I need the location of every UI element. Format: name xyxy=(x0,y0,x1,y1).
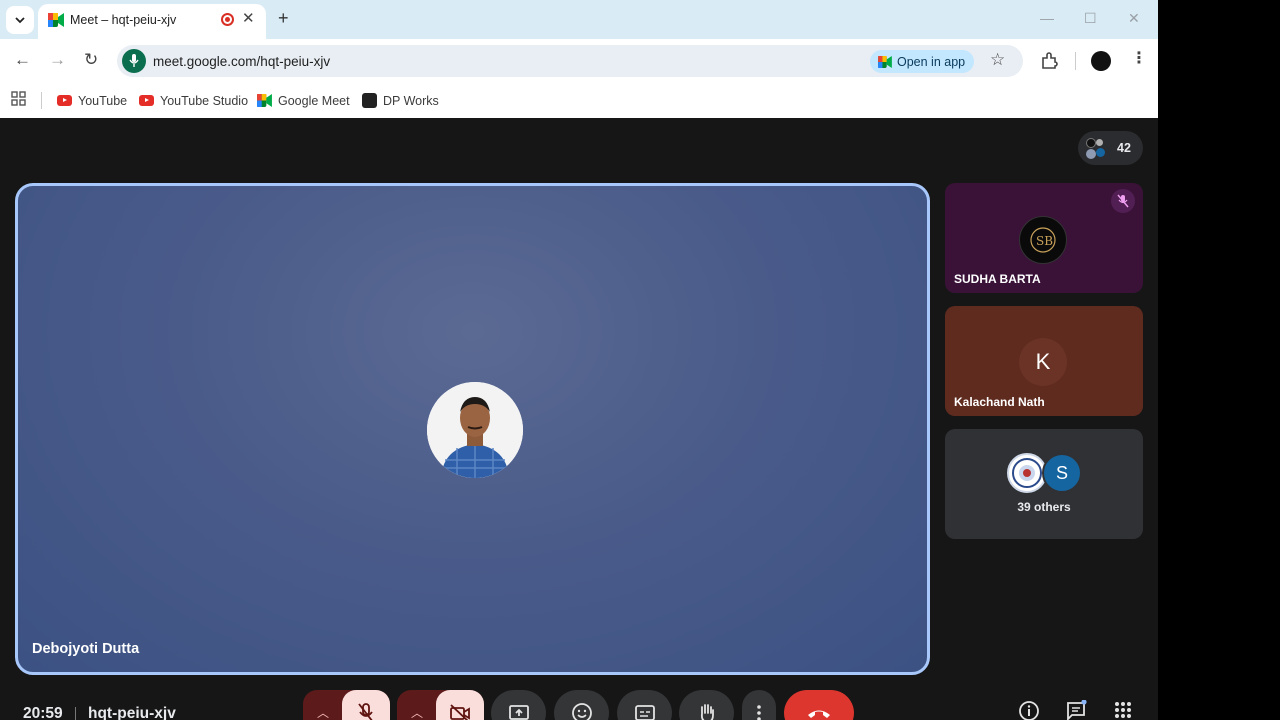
participant-tile-kalachand[interactable]: K Kalachand Nath xyxy=(945,306,1143,416)
open-in-app-label: Open in app xyxy=(897,54,966,69)
mic-muted-icon xyxy=(1111,189,1135,213)
bookmark-dp-works[interactable]: DP Works xyxy=(362,92,439,109)
others-tile[interactable]: S 39 others xyxy=(945,429,1143,539)
bookmark-label: DP Works xyxy=(383,93,439,108)
participant-logo: SB xyxy=(1019,216,1067,264)
extensions-icon[interactable] xyxy=(1040,52,1058,70)
video-options-chevron-icon[interactable]: ︿ xyxy=(411,704,423,720)
participant-avatar xyxy=(1096,148,1105,157)
dp-works-icon xyxy=(362,93,377,108)
meeting-code: hqt-peiu-xjv xyxy=(88,705,176,720)
chat-icon[interactable] xyxy=(1065,700,1087,720)
url-text: meet.google.com/hqt-peiu-xjv xyxy=(153,54,331,69)
audio-options-chevron-icon[interactable]: ︿ xyxy=(317,704,329,720)
mic-off-icon[interactable] xyxy=(342,690,390,720)
video-off-icon[interactable] xyxy=(436,690,484,720)
participants-button[interactable]: 42 xyxy=(1078,131,1143,165)
participant-initial-avatar: K xyxy=(1019,338,1067,386)
back-button[interactable]: ← xyxy=(14,51,31,68)
bookmark-star-icon[interactable]: ☆ xyxy=(990,51,1005,68)
chevron-down-icon xyxy=(15,17,25,24)
more-icon[interactable] xyxy=(742,690,776,720)
bookmark-google-meet[interactable]: Google Meet xyxy=(257,92,350,109)
browser-menu-icon[interactable]: ⋮ xyxy=(1131,51,1147,67)
screen: Meet – hqt-peiu-xjv ✕ + — ☐ ✕ ← → ↻ meet… xyxy=(0,0,1280,720)
participant-initial-avatar: S xyxy=(1042,453,1082,493)
present-icon[interactable] xyxy=(491,690,546,720)
bookmark-divider xyxy=(41,92,42,109)
participant-name: Kalachand Nath xyxy=(954,395,1045,409)
apps-grid-icon[interactable] xyxy=(11,91,26,106)
bookmarks-bar: YouTube YouTube Studio Google Meet DP Wo… xyxy=(0,83,1158,118)
bottom-divider xyxy=(75,707,76,720)
forward-button[interactable]: → xyxy=(49,51,66,68)
main-speaker-tile[interactable]: Debojyoti Dutta xyxy=(15,183,930,675)
speaker-avatar xyxy=(427,382,523,478)
end-call-icon[interactable] xyxy=(784,690,854,720)
participant-avatar xyxy=(1086,149,1096,159)
svg-text:SB: SB xyxy=(1036,234,1053,248)
participant-avatar xyxy=(1096,139,1103,146)
audio-controls: ︿ xyxy=(303,690,390,720)
captions-icon[interactable] xyxy=(617,690,672,720)
tab-meet[interactable]: Meet – hqt-peiu-xjv ✕ xyxy=(38,4,266,39)
youtube-icon xyxy=(57,95,72,106)
info-icon[interactable] xyxy=(1018,700,1040,720)
google-meet-icon xyxy=(48,13,64,27)
participant-count: 42 xyxy=(1117,141,1131,155)
browser-toolbar: ← → ↻ meet.google.com/hqt-peiu-xjv Open … xyxy=(0,39,1158,83)
bookmark-label: YouTube Studio xyxy=(160,93,249,108)
bookmark-label: YouTube xyxy=(78,93,128,108)
minimize-button[interactable]: — xyxy=(1040,11,1054,25)
recording-icon xyxy=(221,13,234,26)
google-meet-icon xyxy=(257,94,272,107)
speaker-name: Debojyoti Dutta xyxy=(32,641,140,657)
tab-strip: Meet – hqt-peiu-xjv ✕ + — ☐ ✕ xyxy=(0,0,1158,39)
raise-hand-icon[interactable] xyxy=(679,690,734,720)
address-bar[interactable]: meet.google.com/hqt-peiu-xjv Open in app… xyxy=(117,45,1023,77)
open-in-app-button[interactable]: Open in app xyxy=(870,50,975,73)
close-window-button[interactable]: ✕ xyxy=(1128,11,1140,25)
participant-avatar xyxy=(1086,138,1096,148)
mic-icon[interactable] xyxy=(122,49,146,73)
bookmark-youtube-studio[interactable]: YouTube Studio xyxy=(139,92,248,109)
new-tab-button[interactable]: + xyxy=(278,9,289,27)
activities-icon[interactable] xyxy=(1113,700,1133,720)
video-controls: ︿ xyxy=(397,690,484,720)
tab-title: Meet – hqt-peiu-xjv xyxy=(70,13,177,27)
participant-tile-sudha[interactable]: SB SUDHA BARTA xyxy=(945,183,1143,293)
maximize-button[interactable]: ☐ xyxy=(1084,11,1097,25)
google-meet-icon xyxy=(878,55,892,68)
close-tab-icon[interactable]: ✕ xyxy=(242,11,255,26)
browser-window: Meet – hqt-peiu-xjv ✕ + — ☐ ✕ ← → ↻ meet… xyxy=(0,0,1158,720)
youtube-studio-icon xyxy=(139,95,154,106)
profile-avatar[interactable] xyxy=(1091,51,1111,71)
reload-button[interactable]: ↻ xyxy=(84,51,98,68)
bookmark-label: Google Meet xyxy=(278,93,350,108)
participant-name: SUDHA BARTA xyxy=(954,272,1041,286)
meeting-time: 20:59 xyxy=(23,705,63,720)
others-count-label: 39 others xyxy=(1017,500,1071,514)
participant-emblem-avatar xyxy=(1007,453,1047,493)
bookmark-youtube[interactable]: YouTube xyxy=(57,92,127,109)
tab-search-button[interactable] xyxy=(6,6,34,34)
toolbar-divider xyxy=(1075,52,1076,70)
emoji-icon[interactable] xyxy=(554,690,609,720)
